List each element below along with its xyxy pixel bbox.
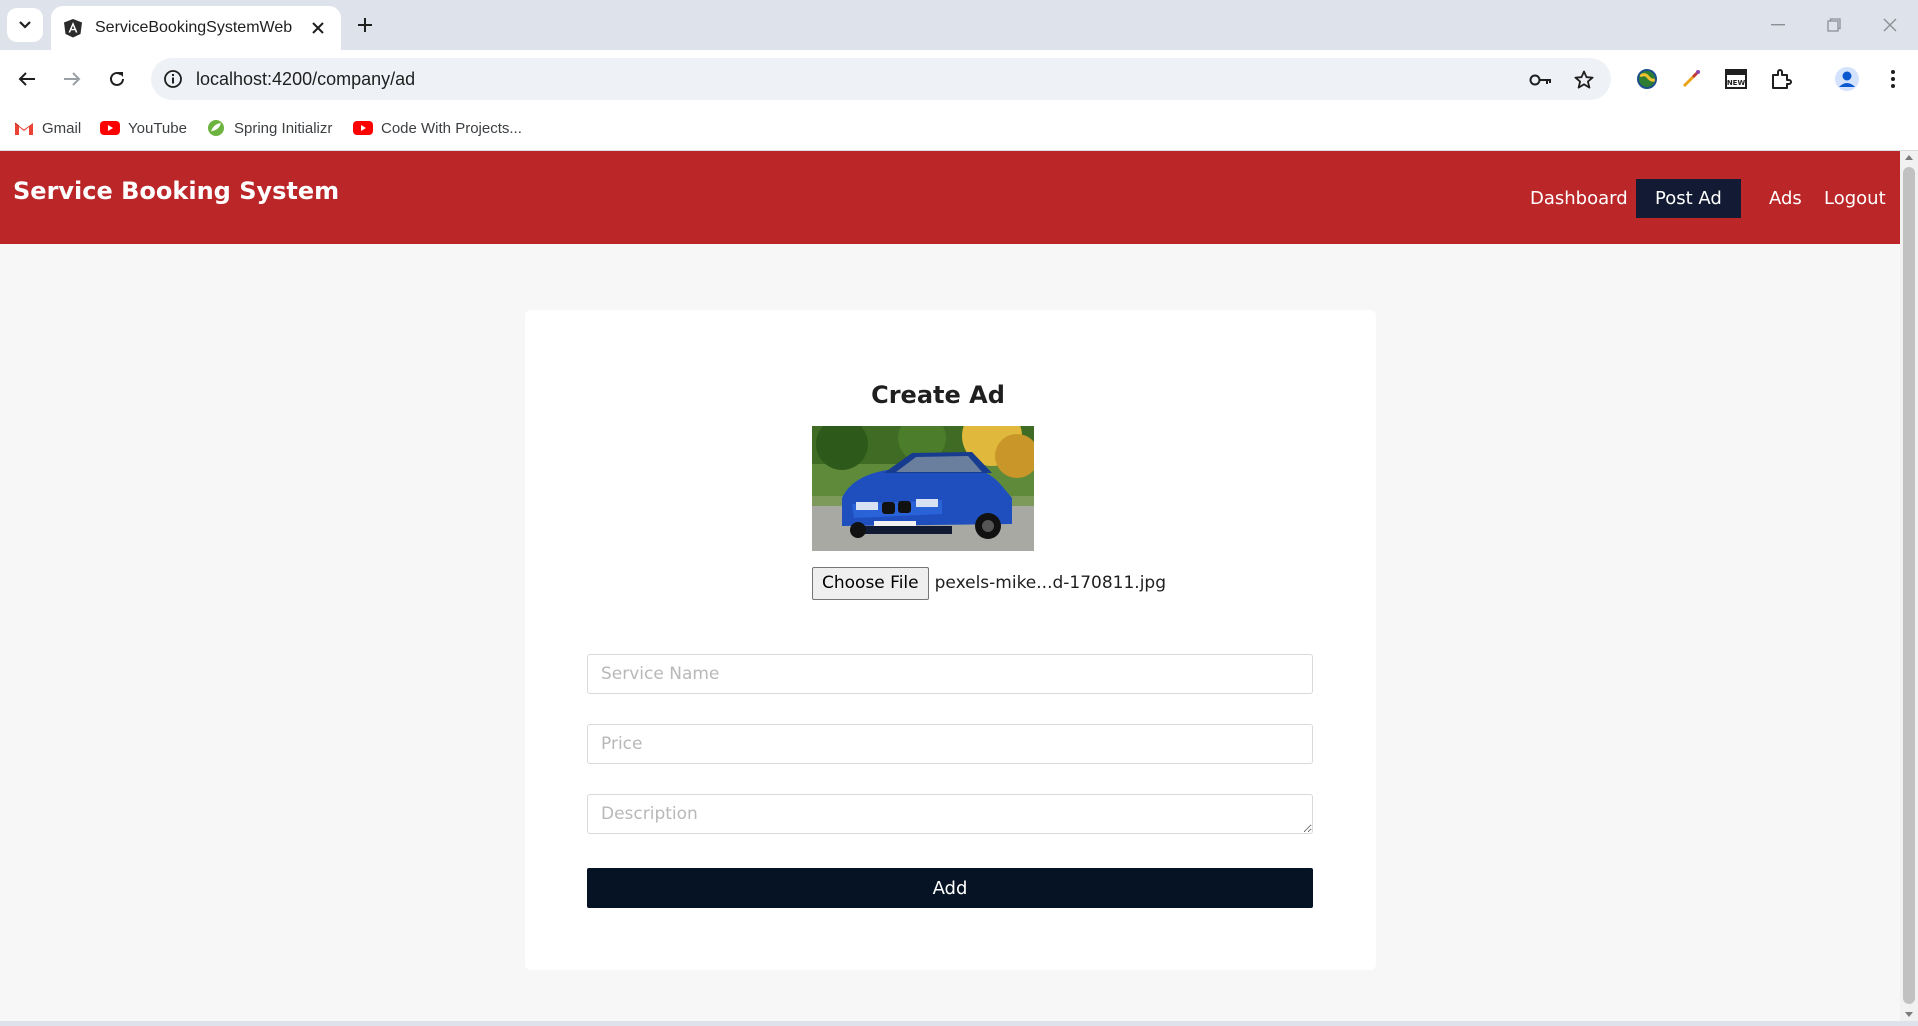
new-tab-icon[interactable] <box>352 12 378 38</box>
minimize-icon[interactable] <box>1765 12 1791 38</box>
description-textarea[interactable] <box>587 794 1313 834</box>
back-icon[interactable] <box>11 63 43 95</box>
youtube-icon <box>353 120 373 136</box>
close-tab-icon[interactable] <box>307 17 329 39</box>
bookmark-code-with-projects[interactable]: Code With Projects... <box>353 115 522 141</box>
spring-icon <box>206 120 226 136</box>
bookmark-youtube[interactable]: YouTube <box>100 115 187 141</box>
browser-menu-icon[interactable] <box>1879 65 1907 93</box>
create-ad-card: Create Ad Choose File pexels-mike...d-17… <box>525 310 1376 970</box>
site-info-icon[interactable] <box>161 67 185 91</box>
globe-extension-icon[interactable] <box>1633 65 1661 93</box>
scroll-thumb[interactable] <box>1903 167 1915 1004</box>
address-bar[interactable]: localhost:4200/company/ad <box>151 58 1611 100</box>
page-scrollbar[interactable] <box>1900 151 1918 1021</box>
url-text[interactable]: localhost:4200/company/ad <box>196 69 415 90</box>
gmail-icon <box>14 120 34 136</box>
angular-icon <box>63 18 83 38</box>
chevron-down-icon <box>19 21 31 29</box>
reload-icon[interactable] <box>101 63 133 95</box>
bookmark-star-icon[interactable] <box>1571 67 1597 93</box>
extensions-puzzle-icon[interactable] <box>1767 65 1795 93</box>
page-viewport: Service Booking System Dashboard Post Ad… <box>0 151 1900 1021</box>
image-preview <box>812 426 1034 551</box>
page-title: Create Ad <box>871 381 1005 409</box>
scroll-up-arrow-icon[interactable] <box>1905 155 1913 160</box>
active-tab[interactable]: ServiceBookingSystemWeb <box>51 6 341 50</box>
tab-search-button[interactable] <box>7 8 43 42</box>
profile-avatar-icon[interactable] <box>1833 65 1861 93</box>
service-name-input[interactable] <box>587 654 1313 694</box>
password-key-icon[interactable] <box>1528 67 1554 93</box>
app-navbar: Service Booking System Dashboard Post Ad… <box>0 151 1900 244</box>
bookmark-label: YouTube <box>128 119 187 137</box>
selected-file-name: pexels-mike...d-170811.jpg <box>934 573 1167 593</box>
bookmark-gmail[interactable]: Gmail <box>14 115 81 141</box>
browser-toolbar: localhost:4200/company/ad NEW <box>0 50 1918 108</box>
scroll-down-arrow-icon[interactable] <box>1905 1012 1913 1017</box>
color-picker-extension-icon[interactable] <box>1677 65 1705 93</box>
bookmark-label: Gmail <box>42 119 82 137</box>
nav-post-ad[interactable]: Post Ad <box>1636 179 1741 218</box>
bookmark-label: Code With Projects... <box>381 119 522 137</box>
window-bottom-edge <box>0 1021 1918 1026</box>
file-upload: Choose File pexels-mike...d-170811.jpg <box>812 566 1166 600</box>
car-image <box>812 426 1034 551</box>
bookmark-label: Spring Initializr <box>234 119 333 137</box>
nav-logout[interactable]: Logout <box>1805 179 1900 218</box>
close-window-icon[interactable] <box>1877 12 1903 38</box>
choose-file-button[interactable]: Choose File <box>812 566 929 600</box>
price-input[interactable] <box>587 724 1313 764</box>
add-button[interactable]: Add <box>587 868 1313 908</box>
tab-title: ServiceBookingSystemWeb <box>95 19 293 36</box>
app-brand[interactable]: Service Booking System <box>13 177 339 205</box>
bookmark-spring-initializr[interactable]: Spring Initializr <box>206 115 332 141</box>
bookmarks-bar: Gmail YouTube Spring Initializr Code Wit… <box>0 108 1918 151</box>
svg-text:NEW: NEW <box>1727 79 1746 87</box>
nav-dashboard[interactable]: Dashboard <box>1511 179 1647 218</box>
browser-tab-strip: ServiceBookingSystemWeb <box>0 0 1918 50</box>
youtube-icon <box>100 120 120 136</box>
forward-icon[interactable] <box>56 63 88 95</box>
restore-icon[interactable] <box>1821 12 1847 38</box>
new-extension-icon[interactable]: NEW <box>1722 65 1750 93</box>
